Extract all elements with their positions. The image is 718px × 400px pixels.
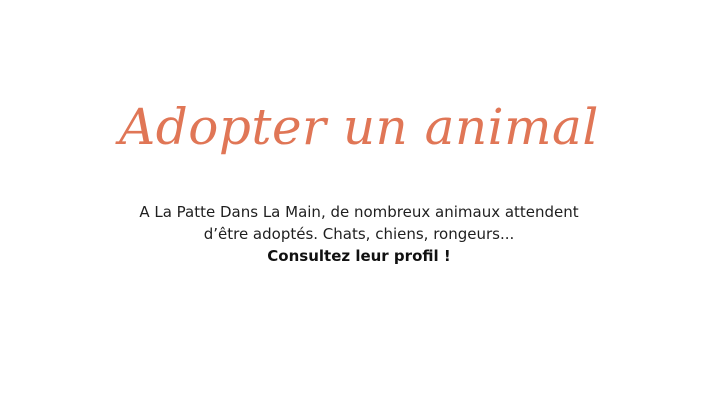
section-description: A La Patte Dans La Main, de nombreux ani… bbox=[0, 201, 718, 267]
section-title: Adopter un animal bbox=[119, 98, 599, 156]
page: Adopter un animal A La Patte Dans La Mai… bbox=[0, 0, 718, 400]
description-line-2: d’être adoptés. Chats, chiens, rongeurs.… bbox=[203, 225, 515, 243]
profile-callout: Consultez leur profil ! bbox=[267, 247, 451, 265]
description-line-1: A La Patte Dans La Main, de nombreux ani… bbox=[139, 203, 579, 221]
